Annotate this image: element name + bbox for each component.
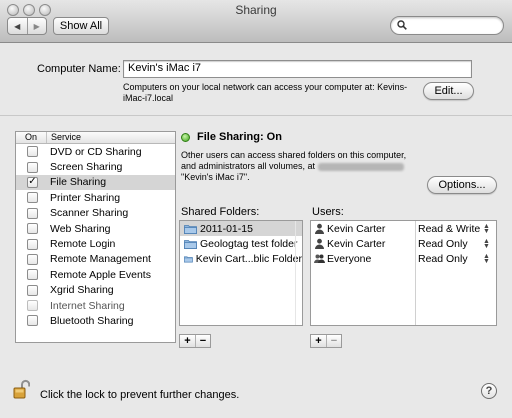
help-button[interactable]: ? [481,383,497,399]
service-row[interactable]: Screen Sharing [16,159,175,174]
add-folder-button[interactable]: + [180,335,195,347]
permission-popup[interactable]: Read & Write [418,223,480,235]
column-header-service[interactable]: Service [47,132,81,143]
user-row[interactable]: Kevin Carter Read Only ▲ ▼ [311,236,496,251]
service-row[interactable]: DVD or CD Sharing [16,144,175,159]
window-title: Sharing [235,3,277,17]
service-row[interactable]: Internet Sharing [16,298,175,313]
service-checkbox[interactable] [27,315,38,327]
service-checkbox[interactable] [27,223,38,235]
search-input[interactable] [390,16,504,35]
redacted-address [317,162,404,171]
service-label: Internet Sharing [50,299,125,312]
service-checkbox[interactable] [27,161,38,173]
service-row[interactable]: Remote Apple Events [16,267,175,282]
services-list[interactable]: On Service DVD or CD Sharing Screen Shari… [15,131,176,343]
service-row[interactable]: Web Sharing [16,221,175,236]
users-add-remove: + − [310,334,342,348]
service-row[interactable]: Remote Management [16,252,175,267]
group-icon [314,254,325,263]
service-label: DVD or CD Sharing [50,145,142,158]
forward-icon[interactable]: ▶ [26,18,47,34]
service-row[interactable]: Bluetooth Sharing [16,313,175,328]
service-row[interactable]: Printer Sharing [16,190,175,205]
services-header: On Service [16,132,175,144]
service-checkbox[interactable] [27,146,38,158]
options-button[interactable]: Options... [427,176,497,194]
service-checkbox[interactable]: ✓ [27,176,38,188]
service-label: Remote Management [50,253,151,266]
computer-name-label: Computer Name: [37,63,121,75]
permission-popup[interactable]: Read Only [418,238,468,250]
back-icon[interactable]: ◀ [8,18,27,34]
window-toolbar: Sharing ◀ ▶ Show All [0,0,512,43]
user-name: Kevin Carter [327,237,386,250]
remove-folder-button[interactable]: − [195,335,210,347]
lock-message: Click the lock to prevent further change… [40,389,240,401]
add-user-button[interactable]: + [311,335,326,347]
service-checkbox[interactable] [27,238,38,250]
permission-stepper-icon[interactable]: ▲ ▼ [483,238,490,250]
users-list[interactable]: Kevin Carter Read & Write ▲ ▼ Kevin Carter Re… [310,220,497,326]
computer-address-note: Computers on your local network can acce… [123,82,408,103]
service-label: File Sharing [50,176,107,189]
shared-folder-label: Geologtag test folder [200,237,298,250]
shared-folder-row[interactable]: Kevin Cart...blic Folder [180,251,302,266]
description-line-2: and administrators all volumes, at [181,161,404,172]
user-row[interactable]: Kevin Carter Read & Write ▲ ▼ [311,221,496,236]
shared-folders-list[interactable]: 2011-01-15 Geologtag test folder Kevin Car… [179,220,303,326]
search-icon [397,20,407,30]
shared-folder-row[interactable]: 2011-01-15 [180,221,302,236]
permission-popup[interactable]: Read Only [418,253,468,265]
remove-user-button[interactable]: − [326,335,341,347]
sharing-status: File Sharing: On [197,131,282,143]
folders-add-remove: + − [179,334,211,348]
shared-folder-label: 2011-01-15 [200,222,253,235]
edit-button[interactable]: Edit... [423,82,474,100]
permission-stepper-icon[interactable]: ▲ ▼ [483,253,490,265]
status-indicator-icon [181,133,190,142]
user-row[interactable]: Everyone Read Only ▲ ▼ [311,251,496,266]
folder-icon [184,255,193,262]
shared-folder-label: Kevin Cart...blic Folder [195,252,302,265]
service-label: Scanner Sharing [50,207,129,220]
users-label: Users: [312,206,344,218]
service-checkbox[interactable] [27,284,38,296]
column-header-on[interactable]: On [16,132,47,143]
service-row[interactable]: ✓ File Sharing [16,174,175,191]
service-checkbox[interactable] [27,253,38,265]
service-checkbox[interactable] [27,269,38,281]
folders-scrollbar[interactable] [295,221,302,325]
computer-name-field[interactable]: Kevin's iMac i7 [123,60,472,78]
navigation-buttons: ◀ ▶ [7,17,47,35]
service-label: Printer Sharing [50,191,121,204]
permission-stepper-icon[interactable]: ▲ ▼ [483,223,490,235]
service-row[interactable]: Scanner Sharing [16,206,175,221]
divider [0,115,512,116]
service-checkbox[interactable] [27,192,38,204]
user-name: Kevin Carter [327,222,386,235]
service-label: Remote Login [50,238,116,251]
user-name: Everyone [327,252,372,265]
service-checkbox[interactable] [27,300,38,312]
folder-icon [184,239,197,249]
description-line-1: Other users can access shared folders on… [181,150,407,160]
service-row[interactable]: Xgrid Sharing [16,283,175,298]
person-icon [315,223,324,234]
lock-icon[interactable] [13,379,30,399]
service-checkbox[interactable] [27,207,38,219]
service-label: Bluetooth Sharing [50,314,134,327]
service-label: Web Sharing [50,222,111,235]
service-label: Screen Sharing [50,161,123,174]
service-row[interactable]: Remote Login [16,236,175,251]
shared-folders-label: Shared Folders: [181,206,260,218]
description-line-3: "Kevin's iMac i7". [181,172,250,182]
service-label: Xgrid Sharing [50,284,114,297]
shared-folder-row[interactable]: Geologtag test folder [180,236,302,251]
folder-icon [184,224,197,234]
person-icon [315,238,324,249]
service-label: Remote Apple Events [50,268,151,281]
show-all-button[interactable]: Show All [53,17,109,35]
description-line-2-text: and administrators all volumes, at [181,161,316,171]
